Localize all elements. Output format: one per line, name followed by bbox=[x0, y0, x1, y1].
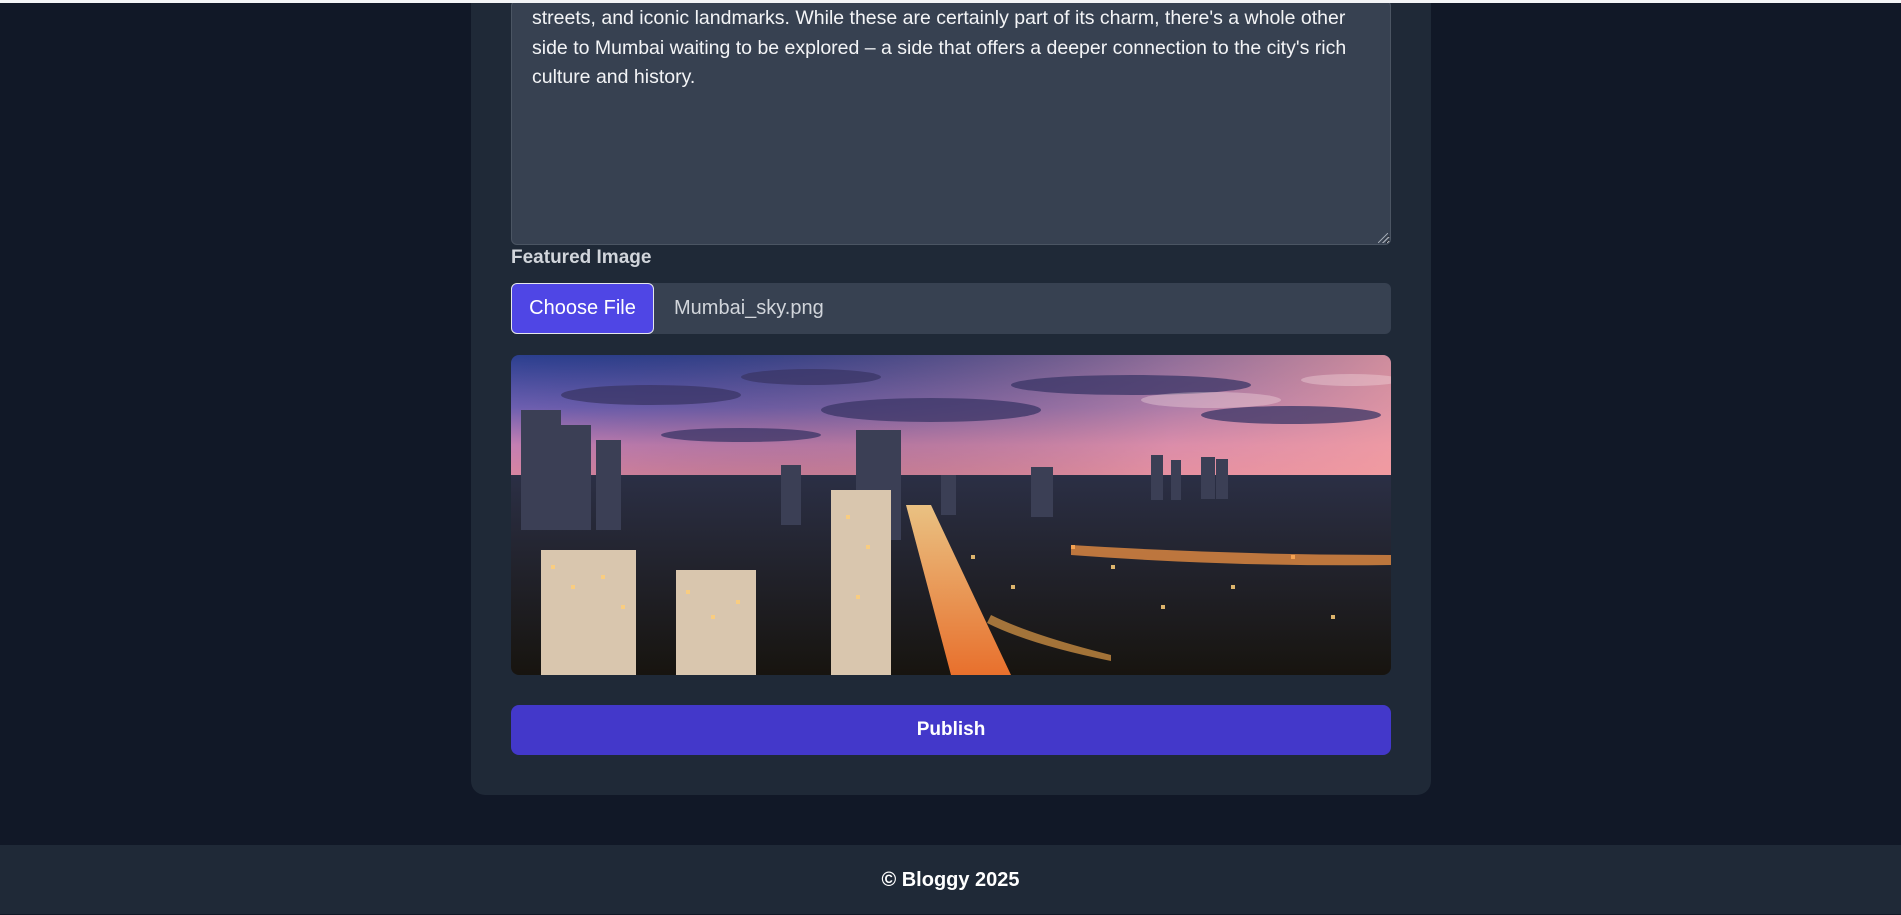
top-edge-strip bbox=[0, 0, 1901, 3]
resize-handle-icon[interactable] bbox=[1378, 233, 1388, 243]
post-content-textarea[interactable]: streets, and iconic landmarks. While the… bbox=[511, 0, 1391, 245]
post-editor-card: streets, and iconic landmarks. While the… bbox=[471, 0, 1431, 795]
featured-image-label: Featured Image bbox=[511, 247, 652, 268]
mumbai-skyline-image bbox=[511, 355, 1391, 675]
featured-image-file-input[interactable]: Choose File Mumbai_sky.png bbox=[511, 283, 1391, 334]
publish-button[interactable]: Publish bbox=[511, 705, 1391, 755]
site-footer: © Bloggy 2025 bbox=[0, 845, 1901, 914]
choose-file-button[interactable]: Choose File bbox=[511, 283, 654, 334]
selected-file-name: Mumbai_sky.png bbox=[674, 297, 824, 319]
featured-image-preview bbox=[511, 355, 1391, 675]
